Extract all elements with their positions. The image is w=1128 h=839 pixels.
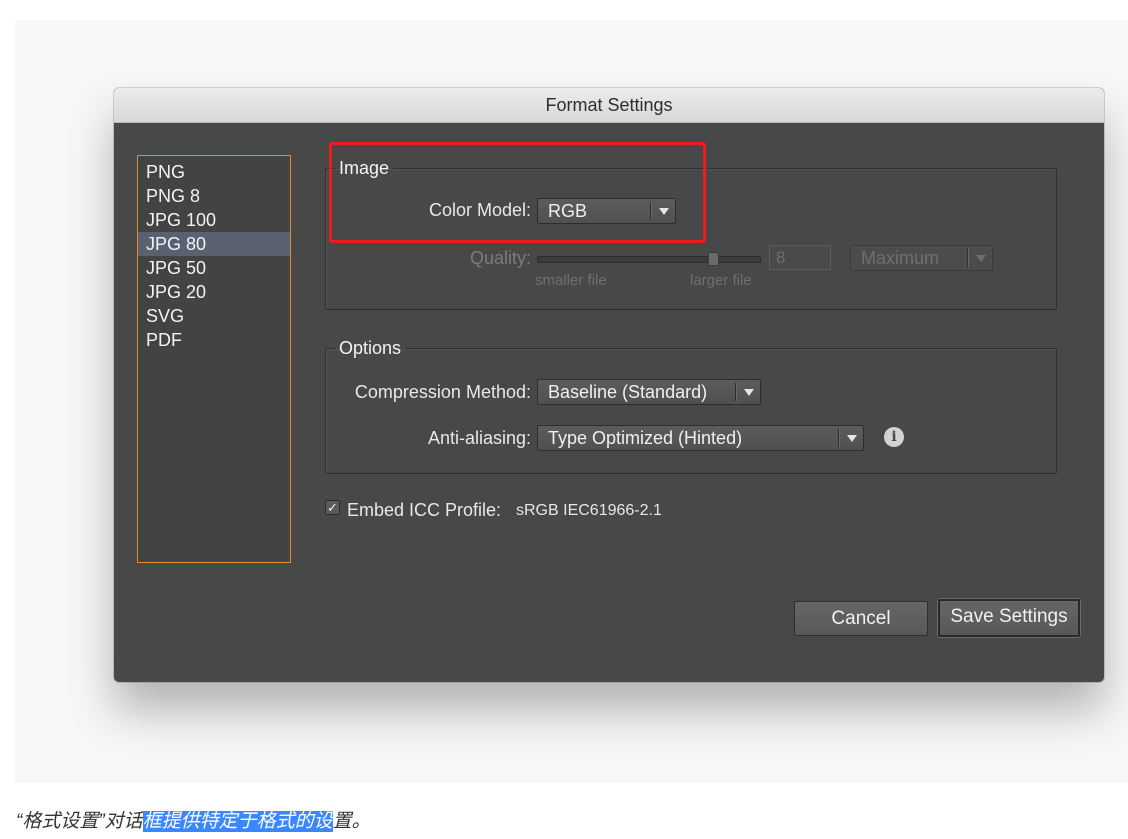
chevron-down-icon: [659, 208, 669, 215]
compression-method-label: Compression Method:: [354, 382, 531, 402]
options-group: Options: [325, 338, 1057, 474]
dialog-title: Format Settings: [114, 88, 1104, 123]
preset-item-jpg50[interactable]: JPG 50: [138, 256, 290, 280]
compression-method-select[interactable]: Baseline (Standard): [537, 379, 761, 405]
preset-item-png8[interactable]: PNG 8: [138, 184, 290, 208]
options-group-legend: Options: [339, 338, 402, 358]
quality-slider-handle[interactable]: [708, 252, 720, 266]
caption-text-end: 置。: [332, 811, 371, 832]
chevron-down-icon: [847, 435, 857, 442]
preset-item-jpg80[interactable]: JPG 80: [138, 232, 290, 256]
compression-method-value: Baseline (Standard): [548, 382, 708, 402]
quality-label: Quality:: [469, 248, 531, 268]
quality-preset-select[interactable]: Maximum: [850, 245, 993, 271]
embed-icc-checkbox[interactable]: ✓: [325, 500, 340, 515]
preset-item-jpg100[interactable]: JPG 100: [138, 208, 290, 232]
figure-caption: “格式设置”对话框提供特定于格式的设置。: [16, 806, 371, 833]
anti-aliasing-label: Anti-aliasing:: [427, 428, 531, 448]
preset-item-png[interactable]: PNG: [138, 160, 290, 184]
image-group-legend: Image: [339, 158, 390, 178]
format-settings-dialog: Format Settings PNG PNG 8 JPG 100 JPG 80…: [114, 88, 1104, 682]
larger-file-caption: larger file: [690, 272, 752, 289]
chevron-down-icon: [744, 389, 754, 396]
anti-aliasing-select[interactable]: Type Optimized (Hinted): [537, 425, 864, 451]
screenshot-stage: Format Settings PNG PNG 8 JPG 100 JPG 80…: [15, 20, 1128, 783]
quality-input[interactable]: 8: [769, 245, 831, 270]
quality-slider[interactable]: [537, 252, 761, 266]
color-model-label: Color Model:: [428, 200, 531, 220]
caption-text-start: “格式设置”对话: [16, 811, 143, 832]
color-model-value: RGB: [548, 201, 588, 221]
embed-icc-label: Embed ICC Profile:: [347, 500, 502, 520]
info-icon[interactable]: i: [884, 427, 904, 447]
cancel-button[interactable]: Cancel: [794, 601, 928, 636]
chevron-down-icon: [976, 255, 986, 262]
save-settings-button[interactable]: Save Settings: [938, 599, 1080, 637]
quality-preset-value: Maximum: [861, 248, 940, 268]
preset-list[interactable]: PNG PNG 8 JPG 100 JPG 80 JPG 50 JPG 20 S…: [137, 155, 291, 563]
preset-item-svg[interactable]: SVG: [138, 304, 290, 328]
icc-profile-name: sRGB IEC61966-2.1: [516, 502, 662, 519]
smaller-file-caption: smaller file: [535, 272, 607, 289]
anti-aliasing-value: Type Optimized (Hinted): [548, 428, 743, 448]
color-model-select[interactable]: RGB: [537, 198, 676, 224]
preset-item-pdf[interactable]: PDF: [138, 328, 290, 352]
preset-item-jpg20[interactable]: JPG 20: [138, 280, 290, 304]
caption-text-selected: 框提供特定于格式的设: [142, 811, 333, 832]
